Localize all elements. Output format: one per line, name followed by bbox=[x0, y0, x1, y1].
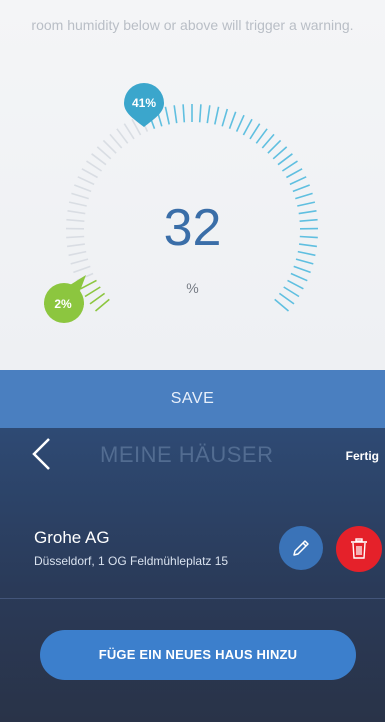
gauge-tick bbox=[228, 111, 237, 129]
nav-bar: MEINE HÄUSER Fertig bbox=[0, 428, 385, 486]
gauge-tick bbox=[293, 265, 311, 274]
gauge-tick bbox=[74, 184, 92, 193]
gauge-tick bbox=[235, 114, 245, 132]
gauge-tick bbox=[214, 106, 220, 125]
humidity-unit: % bbox=[186, 280, 199, 296]
gauge-tick bbox=[70, 258, 89, 265]
humidity-panel: room humidity below or above will trigge… bbox=[0, 0, 385, 370]
pencil-icon bbox=[293, 540, 309, 556]
gauge-tick bbox=[77, 176, 95, 186]
gauge-tick bbox=[281, 160, 298, 172]
humidity-gauge[interactable]: 41% 2% bbox=[0, 0, 385, 370]
house-list-item[interactable]: Grohe AG Düsseldorf, 1 OG Feldmühleplatz… bbox=[0, 510, 385, 594]
gauge-tick bbox=[116, 128, 129, 144]
gauge-tick bbox=[242, 118, 253, 136]
gauge-tick bbox=[173, 105, 178, 124]
gauge-tick bbox=[81, 168, 98, 179]
my-houses-screen: MEINE HÄUSER Fertig Grohe AG Düsseldorf,… bbox=[0, 428, 385, 722]
gauge-tick bbox=[277, 153, 293, 166]
gauge-tick bbox=[221, 108, 229, 127]
gauge-tick bbox=[286, 168, 303, 179]
save-button[interactable]: SAVE bbox=[0, 370, 385, 428]
gauge-tick bbox=[292, 184, 310, 193]
gauge-tick bbox=[274, 298, 290, 312]
gauge-tick bbox=[86, 160, 103, 172]
edit-house-button[interactable] bbox=[279, 526, 323, 570]
gauge-tick bbox=[289, 176, 307, 186]
gauge-tick bbox=[94, 298, 110, 312]
gauge-tick bbox=[182, 104, 186, 123]
gauge-tick bbox=[249, 123, 261, 140]
gauge-tick bbox=[206, 105, 211, 124]
gauge-tick bbox=[261, 133, 275, 149]
list-divider bbox=[0, 598, 385, 599]
page-title: MEINE HÄUSER bbox=[100, 442, 274, 467]
gauge-tick bbox=[255, 128, 268, 144]
add-house-button[interactable]: FÜGE EIN NEUES HAUS HINZU bbox=[40, 630, 356, 680]
gauge-tick bbox=[295, 258, 314, 265]
gauge-tick bbox=[102, 139, 117, 154]
gauge-tick bbox=[123, 123, 135, 140]
gauge-tick bbox=[267, 139, 282, 154]
house-address: Düsseldorf, 1 OG Feldmühleplatz 15 bbox=[34, 554, 229, 568]
house-name: Grohe AG bbox=[34, 528, 110, 547]
humidity-value: 32 bbox=[163, 199, 222, 257]
trash-icon bbox=[351, 538, 367, 559]
delete-house-button[interactable] bbox=[336, 526, 382, 572]
max-marker-label: 41% bbox=[132, 96, 156, 110]
min-marker-label: 2% bbox=[54, 297, 72, 311]
done-button[interactable]: Fertig bbox=[346, 449, 379, 463]
gauge-tick bbox=[91, 153, 107, 166]
gauge-tick bbox=[198, 104, 202, 123]
gauge-tick bbox=[109, 133, 123, 149]
chevron-left-icon[interactable] bbox=[30, 436, 52, 472]
max-threshold-marker[interactable]: 41% bbox=[123, 82, 165, 127]
gauge-tick bbox=[96, 146, 112, 160]
gauge-tick bbox=[164, 106, 170, 125]
gauge-tick bbox=[272, 146, 288, 160]
gauge-tick bbox=[73, 265, 91, 274]
